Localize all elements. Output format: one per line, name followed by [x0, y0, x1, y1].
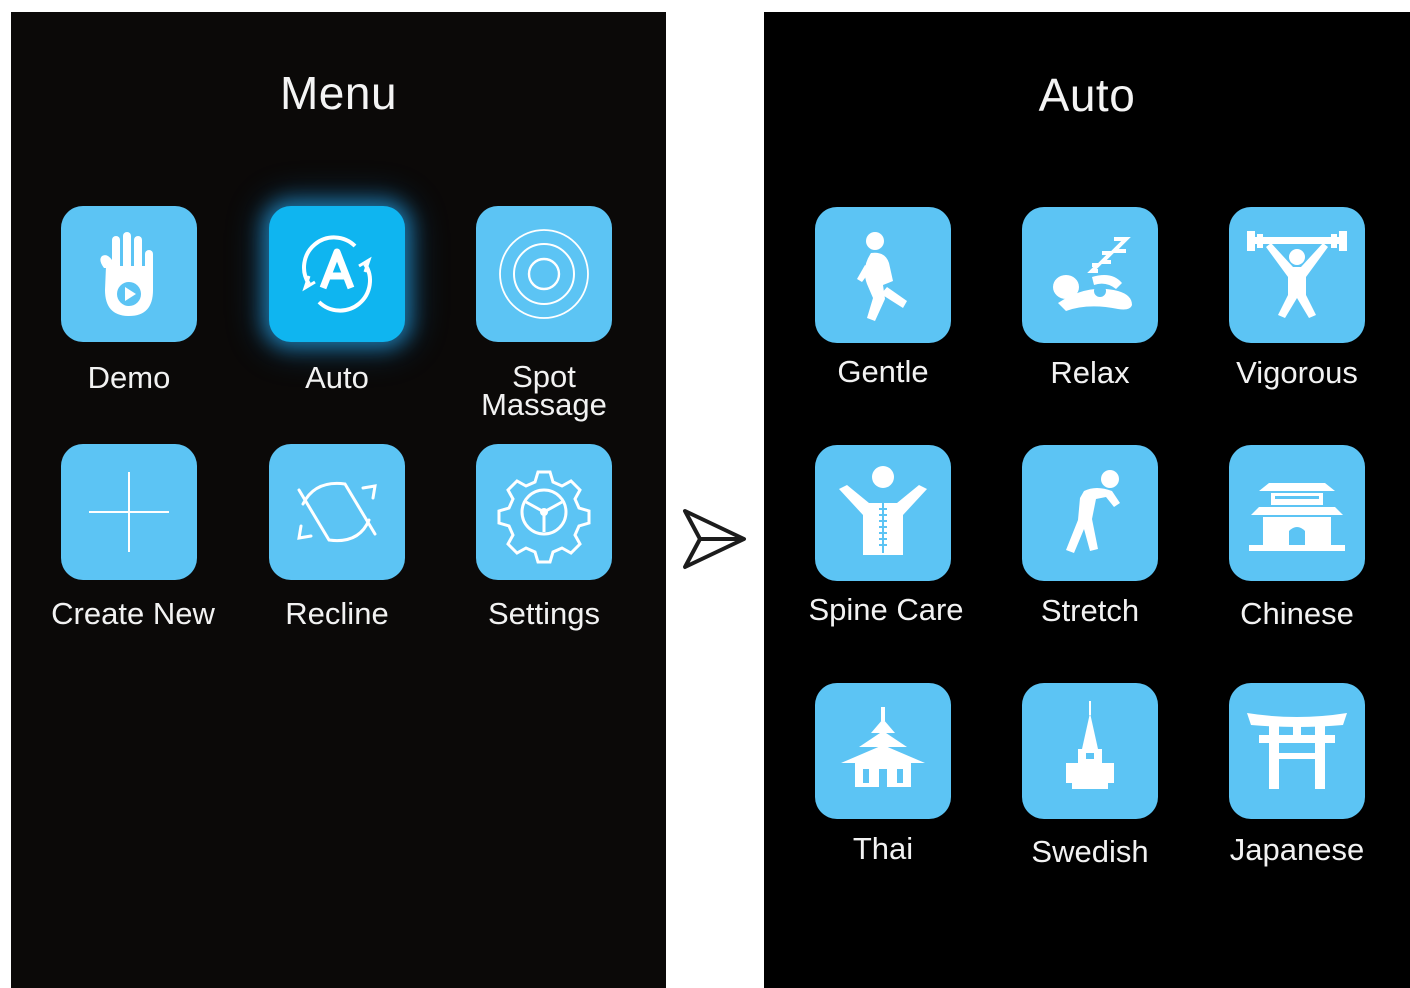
stretch-label: Stretch — [1040, 593, 1140, 628]
japanese-label: Japanese — [1229, 832, 1365, 867]
stretch-button[interactable] — [1022, 445, 1158, 581]
spine-care-label: Spine Care — [808, 592, 964, 627]
auto-screen: Auto Gentle Relax Vigorous Spine Care St… — [764, 12, 1410, 988]
thai-temple-icon — [841, 707, 925, 787]
recline-button[interactable] — [269, 444, 405, 580]
recline-label: Recline — [285, 596, 389, 631]
chinese-gate-icon — [1249, 483, 1345, 551]
gear-icon — [497, 470, 591, 564]
thai-label: Thai — [852, 831, 914, 866]
arrow-right-icon — [683, 509, 746, 569]
auto-cycle-icon — [302, 235, 372, 313]
chinese-label: Chinese — [1240, 596, 1354, 631]
torii-gate-icon — [1247, 713, 1347, 789]
settings-label: Settings — [487, 596, 600, 631]
concentric-circles-icon — [499, 229, 589, 319]
create-new-label: Create New — [51, 596, 215, 631]
chinese-button[interactable] — [1229, 445, 1365, 581]
vigorous-button[interactable] — [1229, 207, 1365, 343]
plus-icon — [89, 472, 169, 552]
create-new-button[interactable] — [61, 444, 197, 580]
hand-play-icon — [100, 232, 153, 316]
demo-button[interactable] — [61, 206, 197, 342]
auto-title: Auto — [1038, 69, 1136, 121]
swedish-spire-icon — [1066, 701, 1114, 789]
gentle-button[interactable] — [815, 207, 951, 343]
spot-massage-button[interactable] — [476, 206, 612, 342]
spot-massage-label: Spot Massage — [429, 361, 659, 422]
spine-figure-icon — [839, 466, 927, 555]
spot-massage-label-line2: Massage — [481, 387, 607, 422]
settings-button[interactable] — [476, 444, 612, 580]
relax-button[interactable] — [1022, 207, 1158, 343]
swedish-button[interactable] — [1022, 683, 1158, 819]
japanese-button[interactable] — [1229, 683, 1365, 819]
spine-care-button[interactable] — [815, 445, 951, 581]
recline-arrows-icon — [297, 481, 377, 543]
gentle-label: Gentle — [837, 354, 929, 389]
thai-button[interactable] — [815, 683, 951, 819]
menu-title: Menu — [279, 67, 398, 119]
weightlifter-icon — [1247, 231, 1347, 318]
auto-button[interactable] — [269, 206, 405, 342]
menu-screen: Menu Demo Auto Spot Massage Create New R… — [11, 12, 666, 988]
relax-label: Relax — [1050, 355, 1130, 390]
swedish-label: Swedish — [1031, 834, 1149, 869]
stretching-figure-icon — [1066, 470, 1120, 553]
auto-label: Auto — [305, 360, 369, 395]
demo-label: Demo — [87, 360, 171, 395]
sleeping-figure-icon — [1053, 237, 1132, 311]
vigorous-label: Vigorous — [1236, 355, 1358, 390]
gentle-figure-icon — [857, 232, 907, 321]
